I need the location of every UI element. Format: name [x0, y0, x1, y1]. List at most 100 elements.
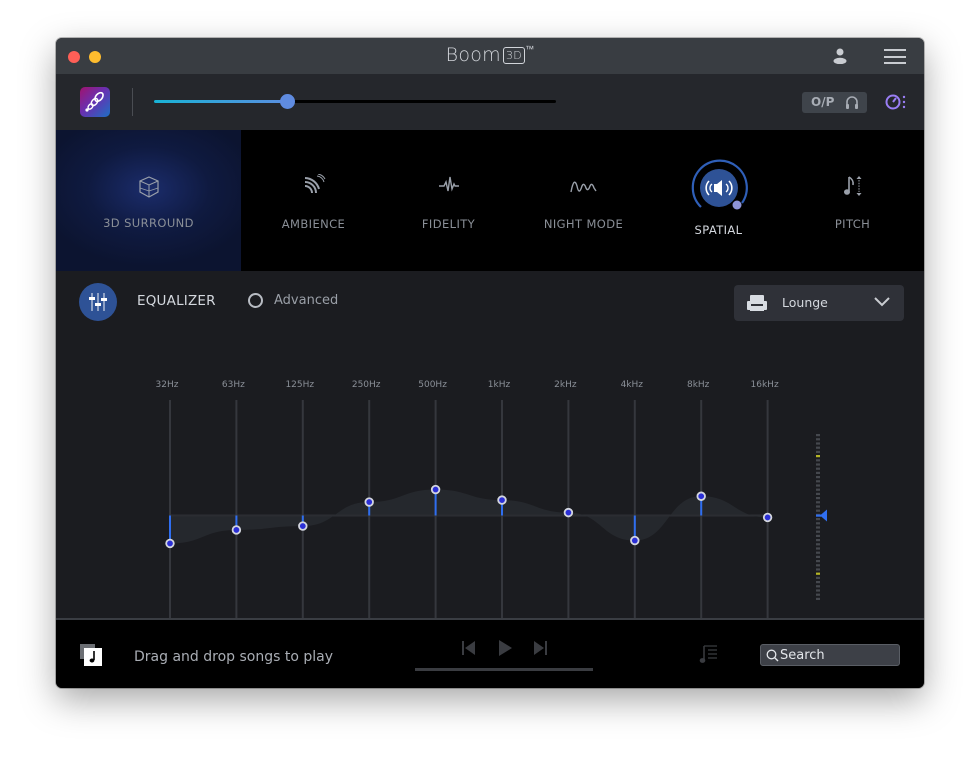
mode-pitch[interactable]: PITCH: [781, 130, 924, 271]
eq-band-knob[interactable]: [630, 535, 640, 546]
audio-apps-dial-icon[interactable]: [885, 93, 907, 111]
preamp-meter-tick: [816, 522, 820, 525]
volume-bar: O/P: [56, 74, 924, 130]
spatial-active-dial[interactable]: [687, 157, 751, 221]
volume-slider[interactable]: [154, 94, 556, 109]
preamp-meter-tick: [816, 597, 820, 600]
mode-label: AMBIENCE: [281, 217, 346, 231]
equalizer-title: EQUALIZER: [137, 293, 216, 309]
boom-logo-icon: [85, 91, 104, 112]
preamp-meter-tick: [816, 530, 820, 533]
preamp-meter-tick: [816, 442, 820, 445]
cube-icon: [138, 176, 159, 198]
preamp-meter-tick: [816, 547, 820, 550]
playlist-icon[interactable]: [699, 644, 719, 664]
mode-night-mode[interactable]: NIGHT MODE: [511, 130, 656, 271]
preamp-meter-tick: [816, 534, 820, 537]
mode-label: SPATIAL: [694, 223, 743, 237]
eq-band-knob[interactable]: [497, 495, 507, 505]
eq-band-knob[interactable]: [364, 497, 374, 507]
pitch-note-icon: [843, 176, 861, 196]
eq-band-knob[interactable]: [430, 484, 441, 495]
search-box[interactable]: [760, 644, 900, 666]
mode-ambience[interactable]: AMBIENCE: [241, 130, 386, 271]
night-mode-wave-icon: [569, 181, 597, 193]
search-input[interactable]: [780, 646, 895, 664]
preamp-meter-tick: [816, 471, 820, 474]
mode-label: PITCH: [834, 217, 871, 231]
user-icon[interactable]: [833, 48, 847, 64]
output-device-button[interactable]: O/P: [802, 92, 867, 113]
effects-mode-bar: 3D SURROUND AMBIENCE FIDELITY NIGHT MODE: [56, 130, 924, 271]
eq-band-label: 63Hz: [222, 380, 245, 390]
preamp-meter-tick: [816, 576, 820, 579]
mode-label: NIGHT MODE: [543, 217, 624, 231]
mode-spatial[interactable]: SPATIAL: [656, 130, 781, 271]
preamp-meter-tick: [816, 585, 820, 588]
eq-band-knob[interactable]: [165, 538, 175, 549]
player-bar: Drag and drop songs to play: [56, 618, 924, 688]
search-icon: [766, 649, 779, 662]
preamp-meter-tick: [816, 497, 820, 500]
preamp-meter-tick: [816, 568, 820, 571]
eq-band-label: 500Hz: [418, 380, 447, 390]
boom3d-window: Boom 3D ™ O/P 3D SURROUND AMBIENCE FIDEL…: [56, 38, 924, 688]
preamp-meter-tick: [816, 476, 820, 479]
preamp-meter-tick: [816, 459, 820, 462]
preamp-meter-tick: [816, 463, 820, 466]
preamp-meter-tick: [816, 543, 820, 546]
preamp-meter-tick: [816, 572, 820, 575]
preamp-meter-tick: [816, 555, 820, 558]
hamburger-menu-icon[interactable]: [884, 49, 906, 64]
preamp-meter-tick: [816, 505, 820, 508]
eq-band-label: 250Hz: [352, 380, 381, 390]
drop-songs-hint: Drag and drop songs to play: [134, 649, 333, 665]
eq-band-knob[interactable]: [563, 507, 574, 518]
mode-label: 3D SURROUND: [103, 216, 194, 230]
seek-bar[interactable]: [415, 668, 593, 671]
eq-band-label: 2kHz: [554, 380, 577, 390]
mode-fidelity[interactable]: FIDELITY: [386, 130, 511, 271]
mode-3d-surround[interactable]: 3D SURROUND: [56, 130, 241, 271]
eq-band-label: 4kHz: [621, 380, 644, 390]
mode-label: FIDELITY: [421, 217, 476, 231]
preamp-meter-tick: [816, 434, 820, 437]
preamp-meter-tick: [816, 551, 820, 554]
preamp-meter-tick: [816, 455, 820, 458]
next-track-icon[interactable]: [532, 640, 548, 656]
previous-track-icon[interactable]: [461, 640, 477, 656]
eq-band-label: 32Hz: [156, 380, 179, 390]
eq-band-label: 125Hz: [285, 380, 314, 390]
play-icon[interactable]: [496, 639, 514, 657]
volume-slider-knob[interactable]: [279, 94, 295, 109]
headphones-icon: [846, 96, 858, 109]
preamp-meter-tick: [816, 581, 820, 584]
divider: [132, 88, 133, 116]
trademark: ™: [525, 45, 535, 55]
preamp-meter-tick: [816, 480, 820, 483]
eq-preset-name: Lounge: [782, 295, 828, 310]
eq-band-label: 1kHz: [488, 380, 511, 390]
preamp-meter-tick: [816, 593, 820, 596]
preamp-meter-tick: [816, 526, 820, 529]
fidelity-pulse-icon: [438, 176, 459, 192]
album-art-icon: [80, 644, 102, 666]
preamp-meter-tick: [816, 518, 820, 521]
advanced-radio[interactable]: [248, 293, 263, 308]
eq-band-knob[interactable]: [231, 525, 242, 535]
ambience-waves-icon: [304, 174, 325, 194]
eq-band-label: 16kHz: [751, 380, 779, 390]
app-logo[interactable]: [80, 87, 110, 117]
preamp-slider-handle[interactable]: [820, 509, 827, 522]
preamp-meter-tick: [816, 501, 820, 504]
preamp-meter-tick: [816, 484, 820, 487]
app-title: Boom 3D ™: [56, 44, 924, 66]
eq-preset-dropdown[interactable]: Lounge: [734, 285, 904, 321]
preamp-meter-tick: [816, 509, 820, 512]
equalizer-toggle-button[interactable]: [79, 283, 117, 321]
advanced-label[interactable]: Advanced: [274, 293, 338, 308]
eq-band-knob[interactable]: [298, 521, 308, 531]
preamp-meter-tick: [816, 438, 820, 441]
eq-band-knob[interactable]: [696, 491, 706, 501]
eq-band-knob[interactable]: [762, 512, 773, 523]
